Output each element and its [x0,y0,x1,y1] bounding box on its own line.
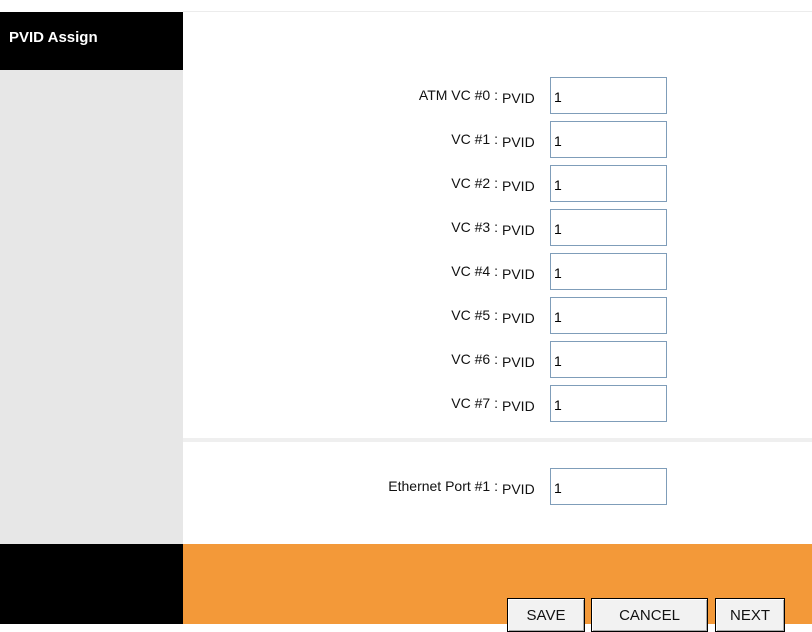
vc-row-4: VC #4 : PVID [0,250,812,290]
vc6-pvid-input[interactable] [550,341,667,378]
save-button[interactable]: SAVE [507,598,585,632]
vc0-pvid-input[interactable] [550,77,667,114]
pvid-label: PVID [502,481,535,497]
vc-label: VC #4 : [451,263,498,279]
cancel-button[interactable]: CANCEL [591,598,708,632]
vc7-pvid-input[interactable] [550,385,667,422]
vc-row-7: VC #7 : PVID [0,382,812,422]
vc1-pvid-input[interactable] [550,121,667,158]
vc-label: ATM VC #0 : [418,87,498,103]
vc4-pvid-input[interactable] [550,253,667,290]
vc-label: VC #1 : [451,131,498,147]
pvid-label: PVID [502,398,535,414]
top-divider [183,11,812,12]
vc-label: VC #5 : [451,307,498,323]
vc-label: VC #3 : [451,219,498,235]
vc-label: VC #2 : [451,175,498,191]
vc-row-6: VC #6 : PVID [0,338,812,378]
footer-left [0,544,183,624]
pvid-label: PVID [502,310,535,326]
next-button[interactable]: NEXT [715,598,785,632]
ethernet-label: Ethernet Port #1 : [388,478,498,494]
vc-label: VC #7 : [451,395,498,411]
vc-row-2: VC #2 : PVID [0,162,812,202]
section-title: PVID Assign [0,12,183,70]
pvid-label: PVID [502,90,535,106]
vc-label: VC #6 : [451,351,498,367]
vc5-pvid-input[interactable] [550,297,667,334]
pvid-label: PVID [502,134,535,150]
pvid-label: PVID [502,222,535,238]
vc-row-1: VC #1 : PVID [0,118,812,158]
vc-row-5: VC #5 : PVID [0,294,812,334]
pvid-label: PVID [502,266,535,282]
vc-row-3: VC #3 : PVID [0,206,812,246]
pvid-label: PVID [502,354,535,370]
vc3-pvid-input[interactable] [550,209,667,246]
ethernet-row: Ethernet Port #1 : PVID [0,465,812,505]
section-divider [183,438,812,442]
vc-row-0: ATM VC #0 : PVID [0,74,812,114]
ethernet-pvid-input[interactable] [550,468,667,505]
section-title-text: PVID Assign [9,28,98,46]
pvid-label: PVID [502,178,535,194]
vc2-pvid-input[interactable] [550,165,667,202]
